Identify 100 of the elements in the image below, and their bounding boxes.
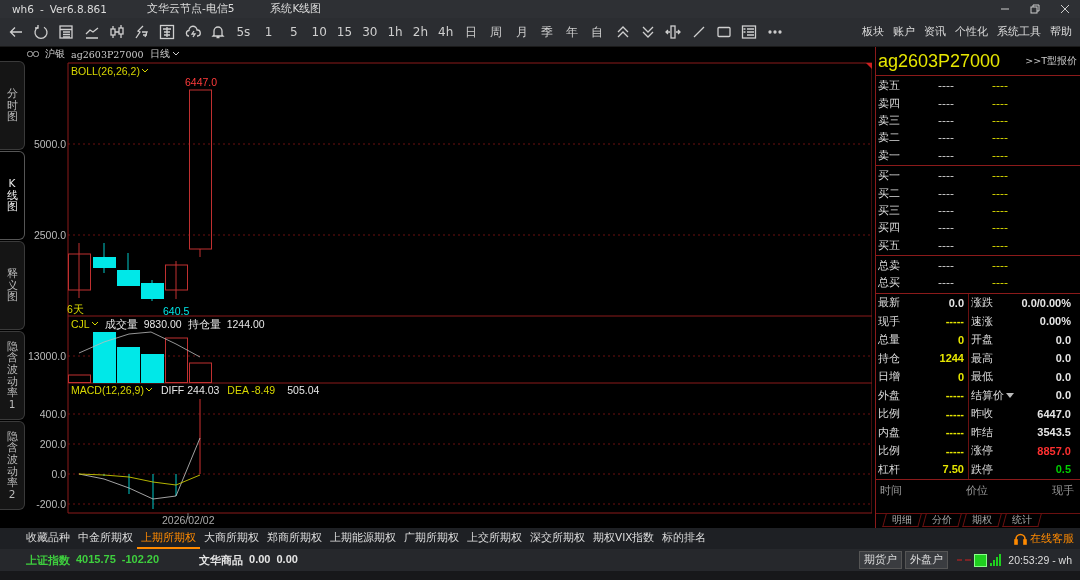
period-button[interactable]: 1h xyxy=(382,20,408,44)
online-service-button[interactable]: 在线客服 xyxy=(1014,531,1074,546)
account-button[interactable]: 外盘户 xyxy=(905,551,949,569)
volume-value: ---- xyxy=(992,221,1009,235)
view-tab[interactable]: K线图 xyxy=(0,151,25,240)
menu-item[interactable]: 账户 xyxy=(893,25,915,39)
view-tab[interactable]: 释义图 xyxy=(0,241,25,330)
period-button[interactable]: 5 xyxy=(281,20,307,44)
corner-marker-icon xyxy=(866,63,872,69)
exchange-tab[interactable]: 大商所期权 xyxy=(200,528,263,549)
column-header: 现手 xyxy=(1052,483,1074,499)
ask-label: 卖一 xyxy=(878,147,901,163)
indicator-value: 9830.00 xyxy=(143,318,182,330)
exchange-tab[interactable]: 深交所期权 xyxy=(526,528,589,549)
view-tab[interactable]: 隐含波动率1 xyxy=(0,331,25,420)
t-quote-link[interactable]: >>T型报价 xyxy=(1025,54,1077,68)
period-button[interactable]: 年 xyxy=(559,20,585,44)
stat-value: 6447.0 xyxy=(1037,407,1071,420)
stat-label: 速涨 xyxy=(971,313,993,329)
status-indicator-icon xyxy=(974,553,988,567)
period-button[interactable]: 1 xyxy=(255,20,282,44)
price-value: ---- xyxy=(938,131,955,145)
indicator-label: 成交量 xyxy=(104,318,138,330)
exchange-tab[interactable]: 上期能源期权 xyxy=(326,528,400,549)
menu-item[interactable]: 系统工具 xyxy=(997,25,1041,39)
volume-bar xyxy=(93,332,116,383)
volume-value: ---- xyxy=(992,79,1009,93)
signal-bars-icon xyxy=(990,554,1002,566)
volume-value: ---- xyxy=(992,276,1009,290)
column-header: 价位 xyxy=(966,483,988,499)
axis-label: -200.0 xyxy=(35,498,66,510)
period-button[interactable]: 自 xyxy=(584,20,611,44)
stat-label: 总量 xyxy=(878,332,900,348)
view-tab[interactable]: 隐含波动率2 xyxy=(0,421,25,510)
period-button[interactable]: 2h xyxy=(407,20,434,44)
price-value: ---- xyxy=(938,113,955,127)
period-selector[interactable]: 日线 xyxy=(149,47,180,61)
period-button[interactable]: 月 xyxy=(508,20,535,44)
exchange-tab[interactable]: 期权VIX指数 xyxy=(589,528,659,549)
panel-tab[interactable]: 期权 xyxy=(962,514,1002,527)
stat-value: ----- xyxy=(945,444,964,457)
period-button[interactable]: 4h xyxy=(433,20,459,44)
exchange-tab[interactable]: 收藏品种 xyxy=(22,528,74,549)
axis-label: 200.0 xyxy=(38,438,66,450)
dropdown-triangle-icon[interactable] xyxy=(1006,392,1014,398)
candlestick xyxy=(93,242,116,274)
period-button[interactable]: 5s xyxy=(230,20,256,44)
bid-label: 买五 xyxy=(878,237,901,253)
indicator-selector[interactable]: CJL xyxy=(71,318,99,330)
menu-item[interactable]: 个性化 xyxy=(955,25,988,39)
period-count-label: 6天 xyxy=(67,303,84,315)
volume-bar xyxy=(68,374,91,383)
menu-item[interactable]: 资讯 xyxy=(924,25,946,39)
exchange-tab[interactable]: 上交所期权 xyxy=(463,528,526,549)
bid-label: 买二 xyxy=(878,185,901,201)
ask-label: 卖五 xyxy=(878,78,901,94)
panel-tab[interactable]: 明细 xyxy=(882,514,922,527)
ask-label: 卖四 xyxy=(878,95,901,111)
link-icon xyxy=(27,51,39,57)
panel-tab[interactable]: 分价 xyxy=(922,514,962,527)
headset-icon xyxy=(1014,532,1027,545)
period-button[interactable]: 季 xyxy=(534,20,560,44)
candlestick xyxy=(68,242,91,299)
stat-label: 结算价 xyxy=(971,387,1004,403)
stat-label: 跌停 xyxy=(971,461,993,477)
stat-label: 日增 xyxy=(878,369,900,385)
axis-label: 2500.0 xyxy=(32,229,66,241)
period-button[interactable]: 30 xyxy=(357,20,383,44)
period-button[interactable]: 日 xyxy=(458,20,484,44)
indicator-value: DEA -8.49 xyxy=(227,384,276,396)
panel-tab[interactable]: 统计 xyxy=(1002,514,1042,527)
period-button[interactable]: 15 xyxy=(331,20,358,44)
volume-value: ---- xyxy=(992,131,1009,145)
volume-value: ---- xyxy=(992,169,1009,183)
menu-item[interactable]: 帮助 xyxy=(1050,25,1072,39)
index-change: 0.00 xyxy=(276,552,298,567)
indicator-selector[interactable]: BOLL(26,26,2) xyxy=(71,65,149,77)
price-value: ---- xyxy=(938,79,955,93)
exchange-tab[interactable]: 中金所期权 xyxy=(74,528,137,549)
stat-value: 0.0 xyxy=(948,296,964,309)
exchange-tab[interactable]: 标的排名 xyxy=(658,528,711,549)
indicator-selector[interactable]: MACD(12,26,9) xyxy=(71,384,153,396)
indicator-value: 1244.00 xyxy=(226,318,265,330)
account-button[interactable]: 期货户 xyxy=(859,551,903,569)
stat-value: ----- xyxy=(945,315,964,328)
period-button[interactable]: 周 xyxy=(483,20,509,44)
period-button[interactable]: 10 xyxy=(306,20,332,44)
menu-item[interactable]: 板块 xyxy=(862,25,884,39)
price-value: ---- xyxy=(938,169,955,183)
stat-value: ----- xyxy=(945,389,964,402)
exchange-tab[interactable]: 郑商所期权 xyxy=(263,528,326,549)
exchange-label: 沪银 xyxy=(45,47,65,61)
stat-label: 内盘 xyxy=(878,424,900,440)
window-title: 系统K线图 xyxy=(270,2,322,16)
exchange-tab[interactable]: 广期所期权 xyxy=(400,528,463,549)
stat-value: 3543.5 xyxy=(1037,426,1071,439)
stat-label: 最高 xyxy=(971,350,993,366)
view-tab[interactable]: 分时图 xyxy=(0,61,25,150)
stat-value: 0.5 xyxy=(1055,463,1071,476)
stat-label: 昨结 xyxy=(971,424,993,440)
